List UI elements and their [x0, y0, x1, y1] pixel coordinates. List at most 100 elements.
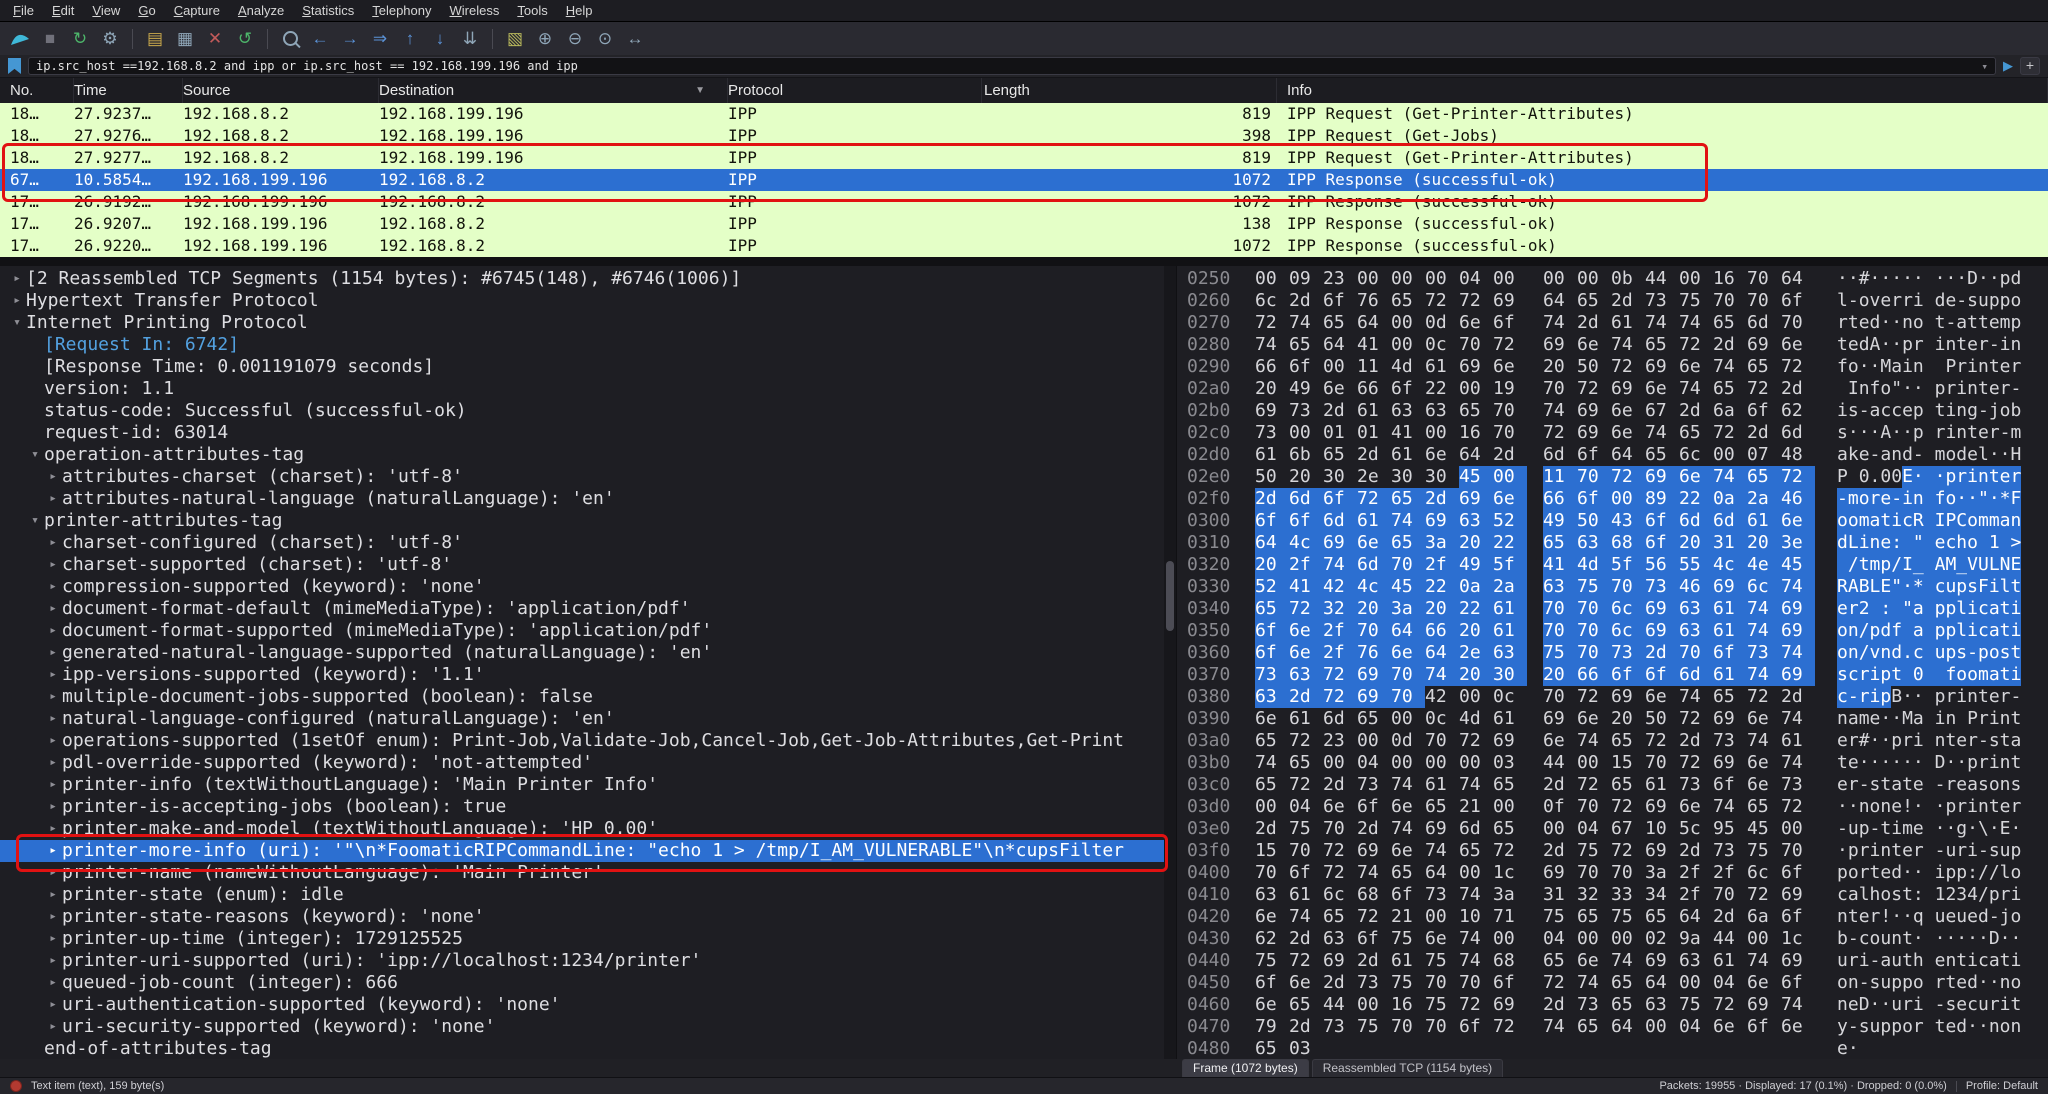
hex-byte[interactable]: 0b [1611, 268, 1645, 290]
ascii-char[interactable]: n [2000, 774, 2011, 796]
ascii-char[interactable]: p [1880, 554, 1891, 576]
hex-byte[interactable]: 73 [1713, 730, 1747, 752]
ascii-char[interactable]: · [1967, 928, 1978, 950]
ascii-char[interactable]: t [1870, 862, 1881, 884]
hex-byte[interactable]: 6e [1747, 708, 1781, 730]
hex-byte[interactable]: 76 [1357, 290, 1391, 312]
ascii-char[interactable]: r [1913, 334, 1924, 356]
hex-byte[interactable]: 6f [1289, 862, 1323, 884]
capture-options-button[interactable]: ⚙ [96, 26, 124, 52]
ascii-char[interactable]: · [1913, 686, 1924, 708]
ascii-char[interactable]: u [1945, 840, 1956, 862]
hex-byte[interactable]: 64 [1323, 334, 1357, 356]
ascii-char[interactable]: \ [1978, 818, 1989, 840]
ascii-char[interactable]: g [1956, 818, 1967, 840]
ascii-char[interactable]: p [1945, 620, 1956, 642]
hex-byte[interactable]: 75 [1255, 950, 1289, 972]
ascii-char[interactable]: r [2000, 378, 2011, 400]
ascii-char[interactable]: r [1989, 994, 2000, 1016]
hex-byte[interactable]: 70 [1493, 400, 1527, 422]
hex-row[interactable]: 03f0157072696e7465722d7572692d737570·pri… [1177, 840, 2048, 862]
ascii-char[interactable]: r [2011, 356, 2022, 378]
hex-byte[interactable]: 73 [1679, 774, 1713, 796]
hex-byte[interactable]: 6f [1357, 796, 1391, 818]
ascii-char[interactable]: 4 [1967, 884, 1978, 906]
ascii-char[interactable]: · [1880, 730, 1891, 752]
ascii-char[interactable]: u [1935, 906, 1946, 928]
ascii-char[interactable]: e [1989, 686, 2000, 708]
hex-byte[interactable]: 75 [1747, 840, 1781, 862]
hex-byte[interactable]: 46 [1679, 576, 1713, 598]
ascii-char[interactable]: n [2011, 334, 2022, 356]
ascii-char[interactable]: D [1935, 752, 1946, 774]
hex-byte[interactable]: 2d [1255, 818, 1289, 840]
hex-byte[interactable]: 75 [1679, 290, 1713, 312]
ascii-char[interactable]: m [1989, 510, 2000, 532]
ascii-char[interactable]: t [2011, 576, 2022, 598]
ascii-char[interactable]: o [2000, 400, 2011, 422]
hex-byte[interactable]: 00 [1781, 818, 1815, 840]
ascii-char[interactable]: · [1945, 752, 1956, 774]
ascii-char[interactable]: p [1880, 664, 1891, 686]
detail-row[interactable]: ▸printer-more-info (uri): '"\n*FoomaticR… [0, 840, 1164, 862]
ascii-char[interactable]: n [1989, 1016, 2000, 1038]
ascii-char[interactable]: a [1956, 312, 1967, 334]
hex-byte[interactable]: 70 [1781, 840, 1815, 862]
chevron-right-icon[interactable]: ▸ [44, 576, 62, 598]
hex-byte[interactable]: 69 [1493, 290, 1527, 312]
ascii-char[interactable]: r [1956, 356, 1967, 378]
ascii-char[interactable]: n [1913, 356, 1924, 378]
hex-byte[interactable]: 72 [1357, 906, 1391, 928]
ascii-char[interactable]: i [1870, 664, 1881, 686]
ascii-char[interactable]: i [1935, 708, 1946, 730]
ascii-char[interactable]: o [2000, 1016, 2011, 1038]
chevron-right-icon[interactable]: ▸ [44, 686, 62, 708]
hex-byte[interactable]: 00 [1493, 796, 1527, 818]
hex-byte[interactable]: 65 [1391, 488, 1425, 510]
expert-info-icon[interactable] [10, 1080, 22, 1092]
detail-row[interactable]: [Response Time: 0.001191079 seconds] [0, 356, 1164, 378]
ascii-char[interactable]: p [1870, 620, 1881, 642]
close-file-button[interactable]: ✕ [201, 26, 229, 52]
ascii-char[interactable]: s [1989, 730, 2000, 752]
hex-byte[interactable]: 63 [1391, 400, 1425, 422]
hex-byte[interactable]: 6d [1357, 554, 1391, 576]
hex-byte[interactable]: 69 [1357, 686, 1391, 708]
ascii-char[interactable]: d [1956, 1016, 1967, 1038]
ascii-char[interactable]: r [1902, 290, 1913, 312]
hex-byte[interactable]: 1c [1493, 862, 1527, 884]
ascii-char[interactable]: p [1989, 290, 2000, 312]
ascii-char[interactable]: D [1859, 994, 1870, 1016]
ascii-char[interactable]: s [1978, 774, 1989, 796]
ascii-char[interactable]: e [1967, 444, 1978, 466]
hex-byte[interactable]: 74 [1391, 510, 1425, 532]
hex-row[interactable]: 04407572692d61757468656e746963617469uri-… [1177, 950, 2048, 972]
ascii-char[interactable]: n [1945, 334, 1956, 356]
hex-byte[interactable]: 6c [1611, 598, 1645, 620]
ascii-char[interactable]: e [1837, 598, 1848, 620]
ascii-char[interactable]: A [1880, 422, 1891, 444]
detail-row[interactable]: request-id: 63014 [0, 422, 1164, 444]
ascii-char[interactable]: i [1945, 400, 1956, 422]
hex-byte[interactable]: 6f [1357, 928, 1391, 950]
ascii-char[interactable]: o [1837, 642, 1848, 664]
hex-byte[interactable]: 3a [1493, 884, 1527, 906]
hex-byte[interactable]: 70 [1391, 686, 1425, 708]
ascii-char[interactable]: p [1837, 862, 1848, 884]
ascii-char[interactable]: · [1945, 818, 1956, 840]
hex-byte[interactable]: 63 [1577, 532, 1611, 554]
hex-byte[interactable]: 2d [1425, 488, 1459, 510]
ascii-char[interactable]: o [1848, 862, 1859, 884]
hex-byte[interactable]: 70 [1425, 730, 1459, 752]
save-file-button[interactable]: ▦ [171, 26, 199, 52]
hex-byte[interactable]: 00 [1493, 268, 1527, 290]
hex-byte[interactable]: 65 [1645, 906, 1679, 928]
hex-byte[interactable]: 6e [1611, 422, 1645, 444]
hex-byte[interactable]: 2d [1713, 906, 1747, 928]
ascii-char[interactable]: / [1859, 620, 1870, 642]
hex-byte[interactable]: 2d [1357, 444, 1391, 466]
hex-byte[interactable]: 42 [1425, 686, 1459, 708]
ascii-char[interactable]: o [1837, 620, 1848, 642]
ascii-char[interactable]: o [1967, 510, 1978, 532]
ascii-char[interactable]: e [1902, 840, 1913, 862]
